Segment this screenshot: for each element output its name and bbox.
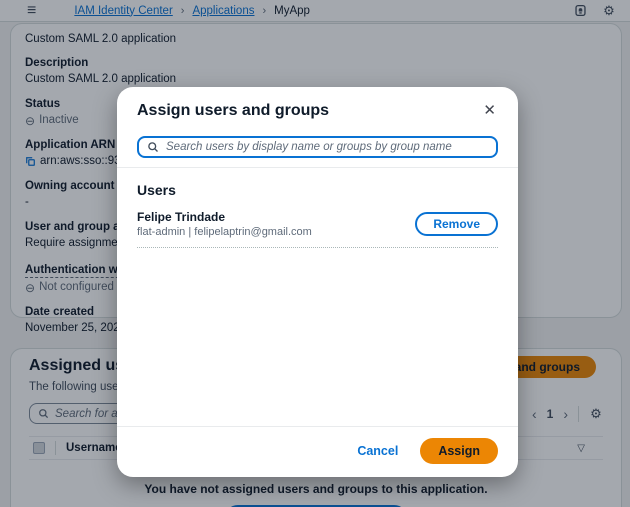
assign-users-groups-modal: Assign users and groups ✕ Search users b… bbox=[117, 87, 518, 477]
modal-search-placeholder: Search users by display name or groups b… bbox=[166, 141, 452, 153]
modal-spacer bbox=[117, 248, 518, 426]
user-info: Felipe Trindade flat-admin | felipelaptr… bbox=[137, 210, 415, 238]
modal-header: Assign users and groups ✕ bbox=[117, 87, 518, 120]
modal-search-input[interactable]: Search users by display name or groups b… bbox=[137, 136, 498, 158]
search-icon bbox=[147, 141, 159, 153]
close-icon[interactable]: ✕ bbox=[481, 101, 498, 120]
cancel-button[interactable]: Cancel bbox=[357, 444, 398, 458]
remove-user-button[interactable]: Remove bbox=[415, 212, 498, 236]
modal-title: Assign users and groups bbox=[137, 102, 481, 120]
modal-footer: Cancel Assign bbox=[117, 426, 518, 477]
user-detail: flat-admin | felipelaptrin@gmail.com bbox=[137, 226, 415, 238]
assign-button[interactable]: Assign bbox=[420, 438, 498, 464]
modal-section-divider bbox=[117, 167, 518, 168]
user-name: Felipe Trindade bbox=[137, 210, 415, 224]
user-list-item: Felipe Trindade flat-admin | felipelaptr… bbox=[137, 210, 498, 238]
users-section-title: Users bbox=[137, 182, 498, 198]
